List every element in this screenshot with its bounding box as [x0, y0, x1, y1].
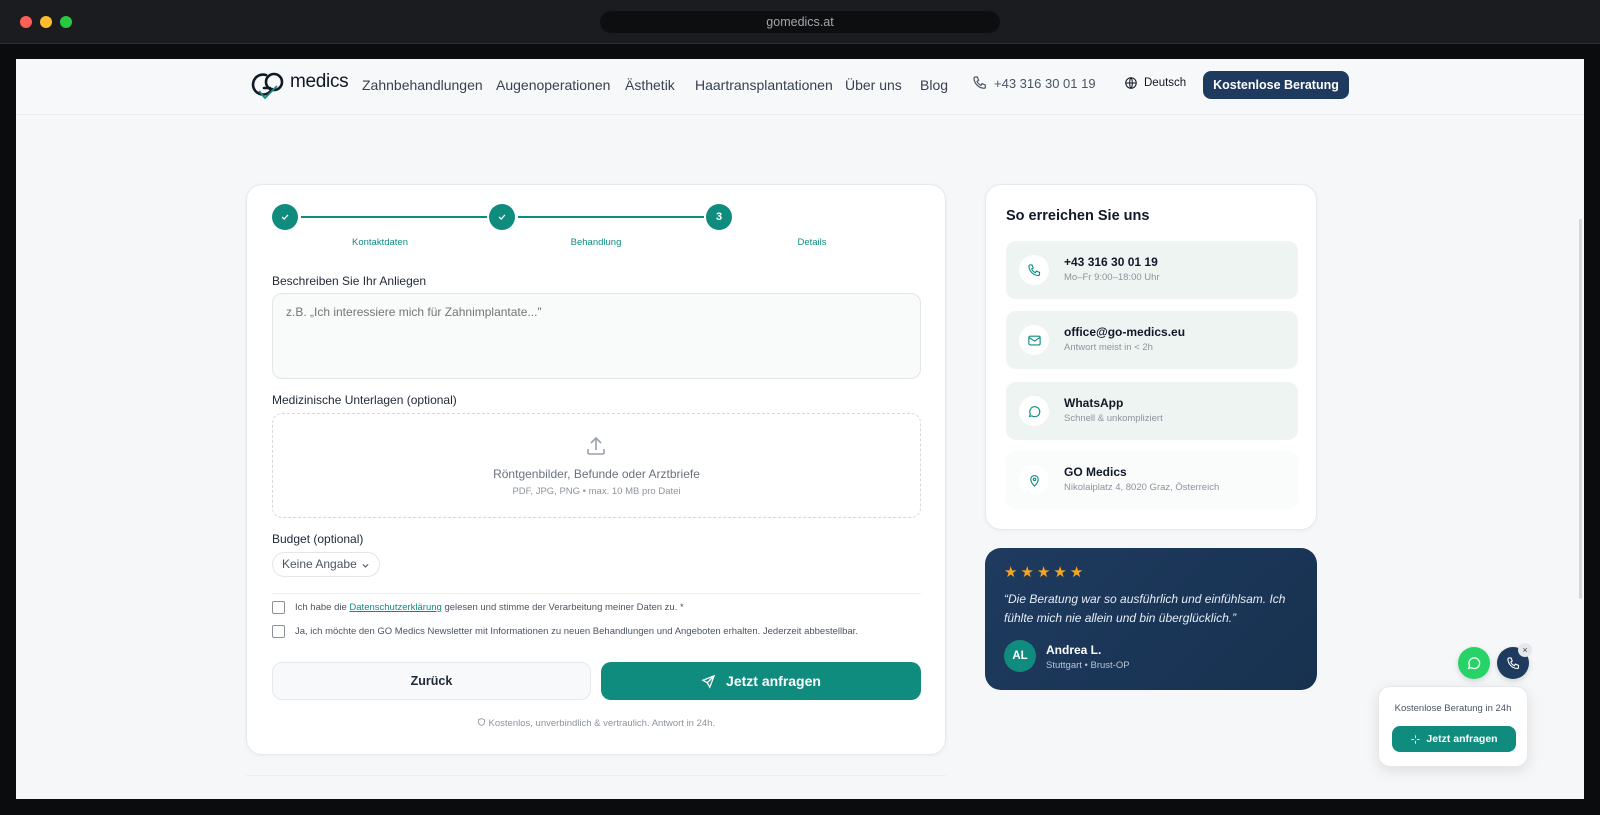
globe-icon [1125, 77, 1137, 89]
file-upload-dropzone[interactable]: Röntgenbilder, Befunde oder Arztbriefe P… [272, 413, 921, 518]
contact-address[interactable]: GO Medics Nikolaiplatz 4, 8020 Graz, Öst… [1006, 451, 1298, 509]
privacy-policy-link[interactable]: Datenschutzerklärung [349, 602, 441, 613]
upload-formats: PDF, JPG, PNG • max. 10 MB pro Datei [512, 486, 681, 497]
request-form-card: 3 Kontaktdaten Behandlung Details Beschr… [246, 184, 946, 755]
step-3-current: 3 [706, 204, 732, 230]
header-phone-link[interactable]: +43 316 30 01 19 [972, 75, 1096, 91]
mail-icon [1019, 325, 1049, 355]
contact-email-address: office@go-medics.eu [1064, 325, 1186, 339]
upload-title: Röntgenbilder, Befunde oder Arztbriefe [493, 467, 700, 481]
logo[interactable]: medics [250, 69, 349, 101]
close-window-button[interactable] [20, 16, 32, 28]
nav-link-augenoperationen[interactable]: Augenoperationen [496, 77, 610, 93]
contact-email-response: Antwort meist in < 2h [1064, 342, 1153, 353]
testimonial-author: Andrea L. [1046, 643, 1102, 657]
nav-link-aesthetik[interactable]: Ästhetik [625, 77, 675, 93]
sparkle-icon [1411, 734, 1421, 744]
contact-card: So erreichen Sie uns +43 316 30 01 19 Mo… [985, 184, 1317, 530]
popup-button-label: Jetzt anfragen [1426, 733, 1498, 745]
testimonial-quote: “Die Beratung war so ausführlich und ein… [1004, 592, 1286, 625]
header-phone-number: +43 316 30 01 19 [994, 75, 1096, 91]
send-icon [701, 674, 716, 689]
consultation-popup: Kostenlose Beratung in 24h Jetzt anfrage… [1378, 686, 1528, 767]
logo-text: medics [290, 71, 349, 92]
contact-title: So erreichen Sie uns [1006, 208, 1150, 224]
popup-request-button[interactable]: Jetzt anfragen [1392, 726, 1516, 752]
browser-titlebar: gomedics.at [0, 0, 1600, 44]
testimonial-card: ★ ★ ★ ★ ★ “Die Beratung war so ausführli… [985, 548, 1317, 690]
budget-select[interactable]: Keine Angabe [272, 552, 380, 577]
whatsapp-icon [1467, 657, 1481, 670]
maximize-window-button[interactable] [60, 16, 72, 28]
phone-icon [1506, 656, 1519, 669]
star-icon: ★ [1004, 564, 1018, 581]
star-icon: ★ [1036, 564, 1051, 581]
shield-icon [477, 718, 485, 726]
whatsapp-icon [1019, 396, 1049, 426]
logo-mark-icon [251, 72, 284, 99]
contact-whatsapp[interactable]: WhatsApp Schnell & unkompliziert [1006, 382, 1298, 440]
budget-value: Keine Angabe [282, 557, 357, 571]
contact-whatsapp-title: WhatsApp [1064, 396, 1124, 410]
newsletter-consent-row: Ja, ich möchte den GO Medics Newsletter … [272, 625, 858, 638]
step-2-complete [489, 204, 515, 230]
page-scrollbar[interactable] [1579, 219, 1582, 599]
upload-icon [587, 436, 605, 455]
next-section-edge [246, 775, 946, 776]
phone-icon [1019, 255, 1049, 285]
upload-label: Medizinische Unterlagen (optional) [272, 393, 457, 407]
testimonial-meta: Stuttgart • Brust-OP [1046, 660, 1130, 671]
step-label-details: Details [797, 237, 827, 248]
nav-link-ueber-uns[interactable]: Über uns [845, 77, 902, 93]
page-viewport: medics Zahnbehandlungen Augenoperationen… [16, 59, 1584, 799]
whatsapp-float-button[interactable] [1458, 647, 1490, 679]
star-icon: ★ [1069, 564, 1084, 581]
newsletter-text: Ja, ich möchte den GO Medics Newsletter … [295, 626, 858, 637]
close-float-button[interactable]: × [1518, 643, 1532, 657]
phone-icon [973, 76, 986, 89]
language-label: Deutsch [1144, 77, 1187, 89]
star-icon: ★ [1053, 564, 1067, 581]
privacy-consent-row: Ich habe die Datenschutzerklärung gelese… [272, 601, 684, 614]
submit-label: Jetzt anfragen [726, 673, 821, 689]
form-footnote: Kostenlos, unverbindlich & vertraulich. … [247, 717, 945, 729]
contact-address-text: Nikolaiplatz 4, 8020 Graz, Österreich [1064, 482, 1220, 493]
privacy-consent-text: Ich habe die Datenschutzerklärung gelese… [295, 602, 684, 613]
contact-phone-hours: Mo–Fr 9:00–18:00 Uhr [1064, 272, 1160, 283]
contact-phone[interactable]: +43 316 30 01 19 Mo–Fr 9:00–18:00 Uhr [1006, 241, 1298, 299]
site-header: medics Zahnbehandlungen Augenoperationen… [16, 59, 1584, 115]
nav-link-haartransplantationen[interactable]: Haartransplantationen [695, 77, 833, 93]
contact-company-name: GO Medics [1064, 465, 1127, 479]
avatar: AL [1004, 640, 1036, 672]
minimize-window-button[interactable] [40, 16, 52, 28]
submit-request-button[interactable]: Jetzt anfragen [601, 662, 921, 700]
chevron-down-icon [362, 563, 369, 568]
nav-link-blog[interactable]: Blog [920, 77, 948, 93]
check-icon [281, 214, 289, 220]
step-connector-2 [518, 216, 704, 218]
privacy-consent-checkbox[interactable] [272, 601, 285, 614]
free-consultation-button[interactable]: Kostenlose Beratung [1203, 71, 1349, 99]
star-icon: ★ [1020, 564, 1034, 581]
contact-email[interactable]: office@go-medics.eu Antwort meist in < 2… [1006, 311, 1298, 369]
newsletter-checkbox[interactable] [272, 625, 285, 638]
step-1-complete [272, 204, 298, 230]
address-bar[interactable]: gomedics.at [600, 11, 1000, 33]
back-button[interactable]: Zurück [272, 662, 591, 700]
rating-stars: ★ ★ ★ ★ ★ [1004, 564, 1084, 581]
contact-whatsapp-sub: Schnell & unkompliziert [1064, 413, 1163, 424]
language-selector[interactable]: Deutsch [1124, 76, 1186, 90]
step-connector-1 [301, 216, 487, 218]
description-label: Beschreiben Sie Ihr Anliegen [272, 274, 427, 288]
form-divider [272, 593, 921, 594]
step-label-kontaktdaten: Kontaktdaten [352, 237, 408, 248]
popup-text: Kostenlose Beratung in 24h [1394, 703, 1512, 714]
budget-label: Budget (optional) [272, 532, 364, 546]
step-label-behandlung: Behandlung [570, 237, 622, 248]
description-textarea[interactable] [272, 293, 921, 379]
nav-link-zahnbehandlungen[interactable]: Zahnbehandlungen [362, 77, 483, 93]
check-icon [498, 214, 506, 220]
location-pin-icon [1019, 465, 1049, 495]
contact-phone-number: +43 316 30 01 19 [1064, 255, 1158, 269]
